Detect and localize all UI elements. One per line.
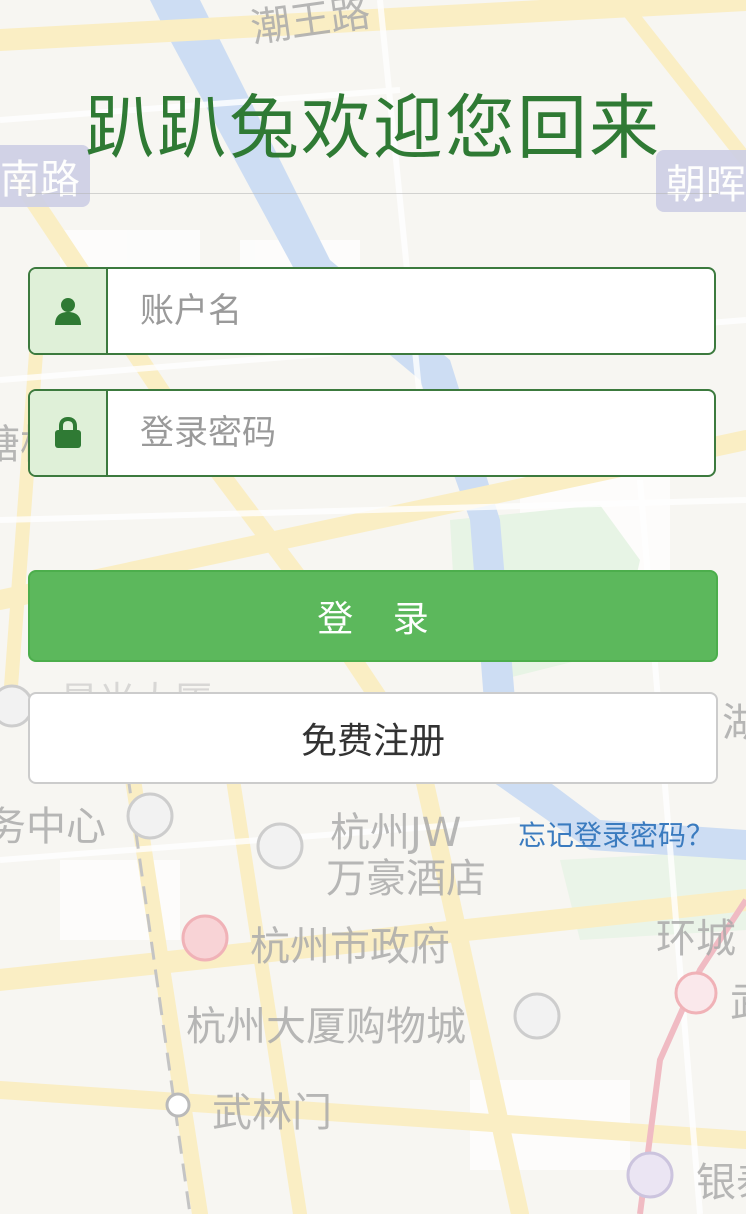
username-field-group [28,267,716,355]
lock-icon [30,391,108,475]
login-button[interactable]: 登 录 [28,570,718,662]
password-input[interactable] [108,391,714,475]
password-field-group [28,389,716,477]
title-divider [28,193,718,194]
register-button[interactable]: 免费注册 [28,692,718,784]
forgot-password-link[interactable]: 忘记登录密码？ [518,814,714,854]
page-title: 趴趴兔欢迎您回来 [85,87,661,169]
username-input[interactable] [108,269,714,353]
user-icon [30,269,108,353]
